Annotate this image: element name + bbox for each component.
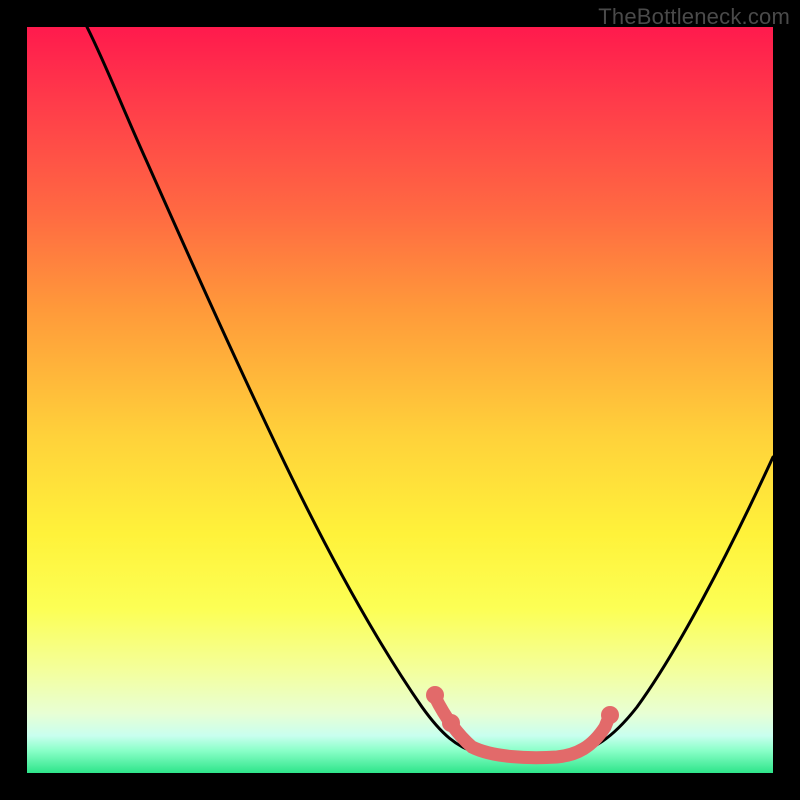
optimal-marker <box>442 714 460 732</box>
chart-svg <box>27 27 773 773</box>
bottleneck-curve <box>87 27 773 758</box>
chart-plot-area <box>27 27 773 773</box>
watermark-text: TheBottleneck.com <box>598 4 790 30</box>
optimal-range-line <box>435 697 609 758</box>
optimal-marker <box>601 706 619 724</box>
optimal-marker <box>426 686 444 704</box>
chart-frame: TheBottleneck.com <box>0 0 800 800</box>
